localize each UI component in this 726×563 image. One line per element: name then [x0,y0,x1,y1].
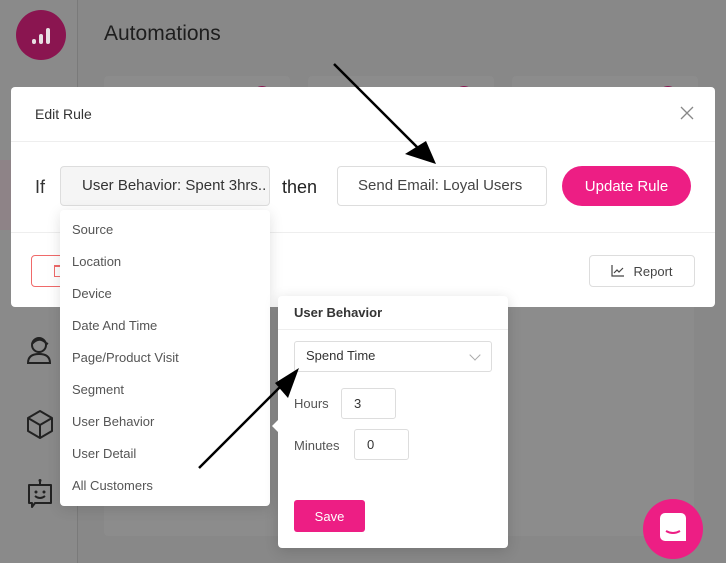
minutes-label: Minutes [294,438,340,453]
chat-icon [660,513,686,541]
bot-icon[interactable] [24,478,56,510]
divider [278,329,508,330]
modal-title: Edit Rule [35,106,92,122]
save-button[interactable]: Save [294,500,365,532]
dropdown-item-source[interactable]: Source [60,214,270,246]
condition-select[interactable]: User Behavior: Spent 3hrs.. [60,166,270,206]
update-rule-button[interactable]: Update Rule [562,166,691,206]
logo-bars-icon[interactable] [16,10,66,60]
dropdown-item-device[interactable]: Device [60,278,270,310]
hours-input[interactable]: 3 [341,388,396,419]
dropdown-item-segment[interactable]: Segment [60,374,270,406]
chat-launcher-button[interactable] [643,499,703,559]
behavior-select[interactable]: Spend Time [294,341,492,372]
page-title: Automations [104,22,221,45]
dropdown-item-date-and-time[interactable]: Date And Time [60,310,270,342]
dropdown-item-user-behavior[interactable]: User Behavior [60,406,270,438]
cube-icon[interactable] [24,408,56,440]
close-icon[interactable] [679,105,695,121]
dropdown-item-location[interactable]: Location [60,246,270,278]
minutes-input[interactable]: 0 [354,429,409,460]
dropdown-item-all-customers[interactable]: All Customers [60,470,270,502]
popover-arrow [272,420,278,432]
divider [11,141,715,142]
user-headset-icon[interactable] [24,334,56,366]
hours-label: Hours [294,396,329,411]
report-label: Report [633,263,673,279]
then-label: then [282,177,318,197]
dropdown-item-user-detail[interactable]: User Detail [60,438,270,470]
action-select[interactable]: Send Email: Loyal Users [337,166,547,206]
behavior-select-value: Spend Time [306,348,376,363]
chevron-down-icon [469,349,481,361]
popover-title: User Behavior [294,305,383,320]
condition-dropdown: Source Location Device Date And Time Pag… [60,210,270,506]
report-button[interactable]: Report [589,255,695,287]
user-behavior-popover: User Behavior Spend Time Hours 3 Minutes… [272,296,508,548]
line-chart-icon [611,265,625,277]
if-label: If [35,177,46,197]
dropdown-item-page-product-visit[interactable]: Page/Product Visit [60,342,270,374]
